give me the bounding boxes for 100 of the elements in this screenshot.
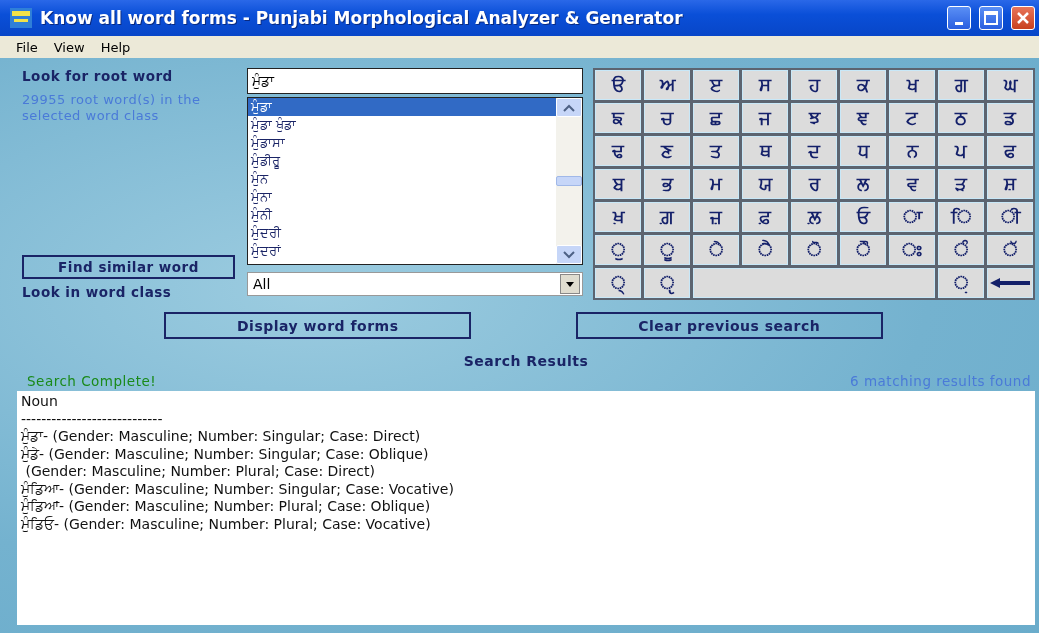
keyboard-key[interactable]: ਘ [987,70,1033,100]
word-list-item[interactable]: ਮੁੰਦਰੀ [248,224,556,242]
result-line: Noun [21,393,59,411]
word-list-item[interactable]: ਮੁੰਦਰਾਂ [248,242,556,260]
keyboard-key[interactable]: ੀ [987,202,1033,232]
keyboard-key[interactable]: ਖ [889,70,935,100]
menu-item[interactable]: Help [94,39,137,55]
word-class-dropdown[interactable]: All [247,272,583,296]
close-icon [1016,11,1030,25]
keyboard-key[interactable]: ੲ [693,70,739,100]
keyboard-key[interactable]: ੜ [938,169,984,199]
root-count-note: 29955 root word(s) in the selected word class [22,92,202,124]
keyboard-key[interactable]: ੵ [644,268,690,298]
keyboard-key[interactable]: ਗ [938,70,984,100]
keyboard-key[interactable]: ਚ [644,103,690,133]
scroll-up-icon[interactable] [563,103,575,112]
keyboard-key[interactable]: ਣ [644,136,690,166]
keyboard-key[interactable]: ਃ [889,235,935,265]
keyboard-key[interactable]: ੳ [595,70,641,100]
keyboard-key[interactable]: ਵ [889,169,935,199]
keyboard-key[interactable]: ਲ਼ [791,202,837,232]
keyboard-key[interactable]: ਸ [742,70,788,100]
results-title: Search Results [463,353,589,369]
dropdown-arrow-icon [566,281,574,287]
find-similar-button[interactable]: Find similar word [22,255,235,279]
menu-item[interactable]: File [10,39,44,55]
keyboard-key[interactable]: ੱ [987,235,1033,265]
keyboard-key[interactable]: ਦ [791,136,837,166]
scroll-down-icon[interactable] [563,250,575,259]
keyboard-key[interactable]: ਜ਼ [693,202,739,232]
word-list-item[interactable]: ਮੁੰਨੀ [248,206,556,224]
keyboard-key[interactable]: ਪ [938,136,984,166]
keyboard-key[interactable]: ੁ [595,235,641,265]
keyboard-key[interactable]: ੍ [595,268,641,298]
keyboard-key[interactable]: ਭ [644,169,690,199]
word-list-item[interactable]: ਮੁੰਡਾਸਾ [248,134,556,152]
keyboard-key[interactable]: ਬ [595,169,641,199]
word-list-item[interactable]: ਮੁੰਨਾ [248,188,556,206]
keyboard-key[interactable]: ੰ [938,235,984,265]
root-word-label: Look for root word [22,68,174,84]
keyboard-key[interactable]: ਸ਼ [987,169,1033,199]
result-line: ਮੁੰਡੇ- (Gender: Masculine; Number: Singular; Case: Oblique) [21,445,430,463]
scroll-thumb[interactable] [556,176,582,186]
keyboard-key[interactable]: ੇ [693,235,739,265]
keyboard-key[interactable]: ਟ [889,103,935,133]
result-line: ਮੁੰਡਿਆਂ- (Gender: Masculine; Number: Plural; Case: Oblique) [21,498,432,516]
keyboard-key[interactable]: ਨ [889,136,935,166]
scrollbar[interactable] [556,98,582,264]
keyboard-key[interactable]: ਤ [693,136,739,166]
keyboard-key[interactable]: ੈ [742,235,788,265]
word-list-item[interactable]: ਮੁੰਡਾ [248,98,556,116]
keyboard-key[interactable]: ਰ [791,169,837,199]
backspace-key[interactable] [987,268,1033,298]
minimize-icon [955,21,963,25]
maximize-icon [984,11,998,25]
window-title: Know all word forms - Punjabi Morphological Analyzer & Generator [40,8,684,28]
result-line: ਮੁੰਡਾ- (Gender: Masculine; Number: Singular; Case: Direct) [21,428,422,446]
keyboard-key[interactable]: ਮ [693,169,739,199]
keyboard-key[interactable]: ਗ਼ [644,202,690,232]
result-line: ਮੁੰਡਿਓ- (Gender: Masculine; Number: Plural; Case: Vocative) [21,515,432,533]
search-status: Search Complete! [27,373,157,389]
keyboard-key[interactable]: ਓ [840,202,886,232]
word-list-item[interactable]: ਮੁੰਡਾ ਖੁੰਡਾ [248,116,556,134]
keyboard-key[interactable]: ਖ਼ [595,202,641,232]
keyboard-key[interactable]: ਹ [791,70,837,100]
result-line: (Gender: Masculine; Number: Plural; Case: Direct) [24,463,376,481]
keyboard-key[interactable]: ਝ [791,103,837,133]
keyboard-key[interactable]: ਡ [987,103,1033,133]
keyboard-key[interactable]: ਿ [938,202,984,232]
keyboard-key[interactable]: ਛ [693,103,739,133]
keyboard-key[interactable]: ਞ [840,103,886,133]
keyboard-key[interactable]: ਫ [987,136,1033,166]
keyboard-key[interactable]: ਧ [840,136,886,166]
keyboard-key[interactable]: ਢ [595,136,641,166]
keyboard-key[interactable]: ਼ [938,268,984,298]
keyboard-key[interactable]: ਙ [595,103,641,133]
word-list-item[interactable]: ਮੁੰਨ [248,170,556,188]
display-forms-button[interactable]: Display word forms [164,312,472,339]
maximize-button[interactable] [979,6,1003,30]
keyboard-key[interactable]: ਠ [938,103,984,133]
keyboard-key[interactable]: ਜ [742,103,788,133]
word-list-item[interactable]: ਮੁੰਡੀਰੂ [248,152,556,170]
keyboard-key[interactable]: ਫ਼ [742,202,788,232]
keyboard-key[interactable]: ਲ [840,169,886,199]
keyboard-key[interactable]: ੂ [644,235,690,265]
keyboard-key[interactable]: ਕ [840,70,886,100]
root-word-field[interactable]: ਮੁੰਡਾ [247,68,583,94]
word-class-label: Look in word class [22,284,173,300]
keyboard-key[interactable]: ਥ [742,136,788,166]
keyboard-key[interactable]: ੌ [840,235,886,265]
keyboard-key[interactable]: ਅ [644,70,690,100]
menu-item[interactable]: View [47,39,91,55]
close-button[interactable] [1011,6,1035,30]
clear-search-button[interactable]: Clear previous search [575,312,883,339]
keyboard-key[interactable]: ੋ [791,235,837,265]
app-icon [10,8,32,28]
minimize-button[interactable] [947,6,971,30]
result-line: ਮੁੰਡਿਆ- (Gender: Masculine; Number: Singular; Case: Vocative) [21,480,455,498]
keyboard-key[interactable]: ਾ [889,202,935,232]
keyboard-key[interactable]: ਯ [742,169,788,199]
